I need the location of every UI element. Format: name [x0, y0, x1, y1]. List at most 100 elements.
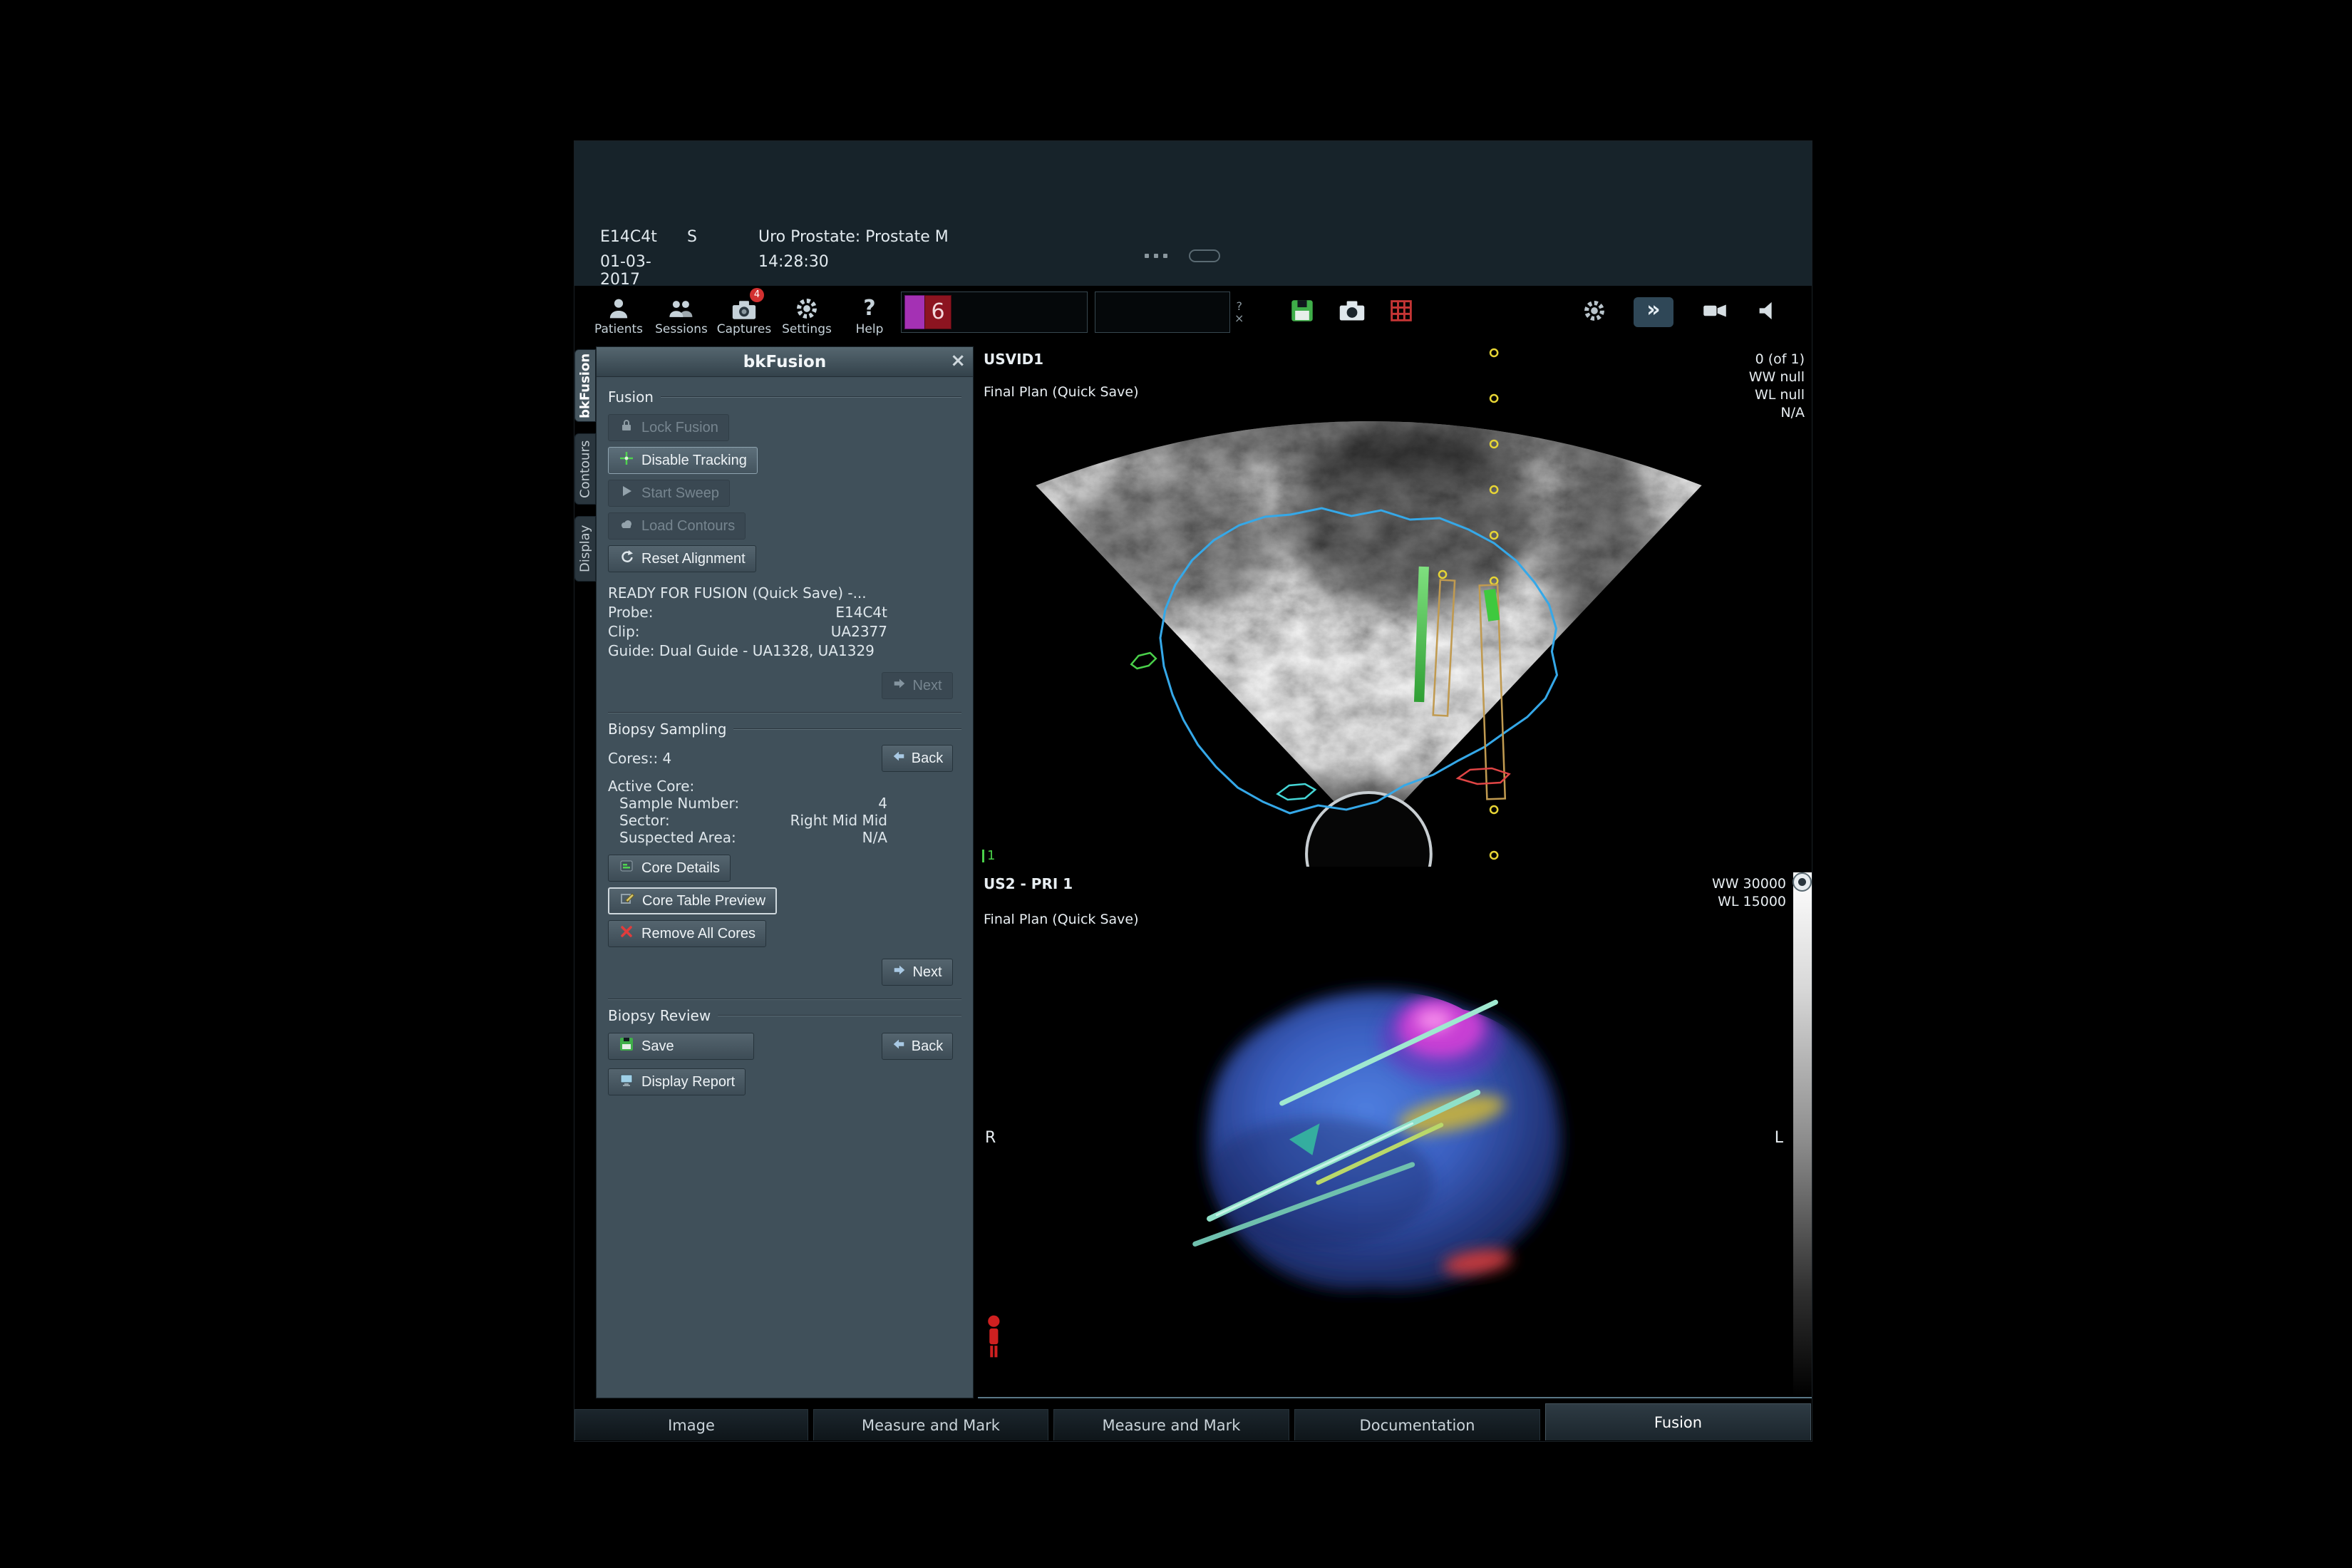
workflow-tab-bar: Image Measure and Mark Measure and Mark … [574, 1401, 1812, 1440]
sessions-label: Sessions [655, 322, 708, 336]
header-oval [1189, 249, 1220, 262]
orientation-left-label: L [1775, 1129, 1783, 1147]
settings-label: Settings [782, 322, 832, 336]
viewport-column: USVID1 Final Plan (Quick Save) 0 (of 1) … [978, 346, 1812, 1398]
panel-title: bkFusion [743, 353, 826, 371]
sampling-next-button[interactable]: Next [882, 959, 953, 986]
na-value: N/A [1749, 404, 1805, 422]
mini-controls[interactable]: ? × [1234, 300, 1244, 324]
tab-measure-and-mark-1[interactable]: Measure and Mark [813, 1409, 1048, 1440]
sector-value: Right Mid Mid [670, 812, 887, 829]
start-sweep-button[interactable]: Start Sweep [608, 480, 730, 507]
wl-value: WL 15000 [1712, 893, 1786, 911]
side-tab-bkfusion[interactable]: bkFusion [574, 349, 596, 422]
save-capture-button[interactable] [1289, 298, 1315, 326]
video-export-button[interactable] [1701, 299, 1729, 326]
prostate-3d-render [978, 872, 1793, 1397]
clip-label: Clip: [608, 622, 640, 641]
app-window: E14C4t S Uro Prostate: Prostate M 01-03-… [574, 141, 1812, 1441]
screen-background: E14C4t S Uro Prostate: Prostate M 01-03-… [0, 0, 2352, 1568]
help-icon: ? [863, 296, 875, 321]
gear-icon [795, 294, 819, 321]
pencil-table-icon [619, 891, 635, 911]
help-button[interactable]: ? Help [838, 288, 901, 336]
undo-arrow-icon [619, 549, 634, 569]
sample-number-value: 4 [739, 795, 887, 812]
lut-rotate-icon[interactable] [1793, 872, 1812, 892]
next-arrow-icon [892, 676, 907, 695]
study-name: Uro Prostate: Prostate M [758, 228, 949, 246]
status-box[interactable] [1095, 292, 1230, 333]
toolbar-settings-icon[interactable] [1582, 299, 1606, 326]
sessions-button[interactable]: Sessions [650, 288, 713, 336]
side-tab-contours[interactable]: Contours [574, 433, 596, 505]
patients-icon [607, 294, 631, 321]
vp-top-source-label: USVID1 [984, 351, 1043, 368]
vp-bottom-plan-label: Final Plan (Quick Save) [984, 911, 1139, 929]
render-viewport[interactable]: US2 - PRI 1 Final Plan (Quick Save) WW 3… [978, 872, 1812, 1397]
side-tab-display[interactable]: Display [574, 516, 596, 582]
tab-documentation[interactable]: Documentation [1294, 1409, 1540, 1440]
next-arrow-icon [892, 963, 907, 981]
workflow-tile-number: 6 [924, 295, 951, 329]
remove-all-cores-button[interactable]: Remove All Cores [608, 920, 766, 947]
lock-icon [619, 418, 634, 438]
captures-button[interactable]: 4 Captures [713, 288, 775, 336]
header-dots [1145, 254, 1167, 258]
help-label: Help [856, 322, 884, 336]
exam-time: 14:28:30 [758, 253, 949, 289]
sessions-icon [668, 294, 695, 321]
speaker-button[interactable] [1756, 299, 1782, 326]
suspected-area-value: N/A [736, 829, 887, 846]
core-table-preview-button[interactable]: Core Table Preview [608, 887, 777, 914]
review-save-button[interactable]: Save [608, 1033, 754, 1060]
report-icon [619, 1072, 634, 1092]
grayscale-lut-bar[interactable] [1793, 872, 1812, 1397]
display-report-button[interactable]: Display Report [608, 1068, 746, 1095]
disable-tracking-button[interactable]: Disable Tracking [608, 447, 758, 474]
cores-value: 4 [663, 750, 672, 767]
bkfusion-panel: bkFusion × Fusion Lock Fusion Disable [596, 346, 974, 1398]
core-details-icon [619, 858, 634, 878]
lock-fusion-button[interactable]: Lock Fusion [608, 414, 729, 441]
tab-fusion[interactable]: Fusion [1545, 1403, 1811, 1440]
content-area: bkFusion Contours Display bkFusion × Fus… [574, 346, 1812, 1398]
patient-flag: S [687, 228, 758, 246]
floppy-icon [619, 1036, 634, 1056]
settings-button[interactable]: Settings [775, 288, 838, 336]
workflow-tile-box[interactable]: 6 [901, 292, 1088, 333]
exam-date: 01-03-2017 [600, 253, 687, 289]
fusion-section-heading: Fusion [608, 388, 961, 406]
ww-value: WW 30000 [1712, 875, 1786, 893]
ww-value: WW null [1749, 368, 1805, 386]
fusion-next-button[interactable]: Next [882, 672, 953, 699]
vp-bottom-values: WW 30000 WL 15000 [1712, 875, 1786, 911]
panel-close-icon[interactable]: × [950, 350, 966, 371]
snapshot-camera-button[interactable] [1338, 299, 1366, 325]
patients-button[interactable]: Patients [587, 288, 650, 336]
grid-button[interactable] [1389, 299, 1413, 326]
tab-measure-and-mark-2[interactable]: Measure and Mark [1053, 1409, 1289, 1440]
tab-image[interactable]: Image [574, 1409, 808, 1440]
mini-close-icon[interactable]: × [1234, 312, 1244, 324]
app-header: E14C4t S Uro Prostate: Prostate M 01-03-… [574, 141, 1812, 286]
vp-top-plan-label: Final Plan (Quick Save) [984, 383, 1139, 401]
probe-label: Probe: [608, 603, 653, 622]
panel-title-bar: bkFusion × [597, 347, 973, 377]
load-contours-button[interactable]: Load Contours [608, 512, 746, 540]
patient-id: E14C4t [600, 228, 687, 246]
reset-alignment-button[interactable]: Reset Alignment [608, 545, 756, 572]
core-details-button[interactable]: Core Details [608, 855, 731, 882]
review-back-button[interactable]: Back [882, 1033, 953, 1060]
patients-label: Patients [594, 322, 643, 336]
sampling-section-heading: Biopsy Sampling [608, 721, 961, 738]
main-toolbar: Patients Sessions 4 Captures Settings ? … [574, 286, 1812, 338]
sampling-back-button[interactable]: Back [882, 745, 953, 772]
ultrasound-viewport[interactable]: USVID1 Final Plan (Quick Save) 0 (of 1) … [978, 346, 1812, 867]
cloud-icon [619, 516, 634, 536]
frame-counter: 0 (of 1) [1749, 351, 1805, 368]
review-section-heading: Biopsy Review [608, 1007, 961, 1024]
tracking-crosshair-icon [619, 450, 634, 470]
expand-more-button[interactable]: » [1634, 297, 1673, 327]
mini-help-icon[interactable]: ? [1236, 300, 1242, 312]
